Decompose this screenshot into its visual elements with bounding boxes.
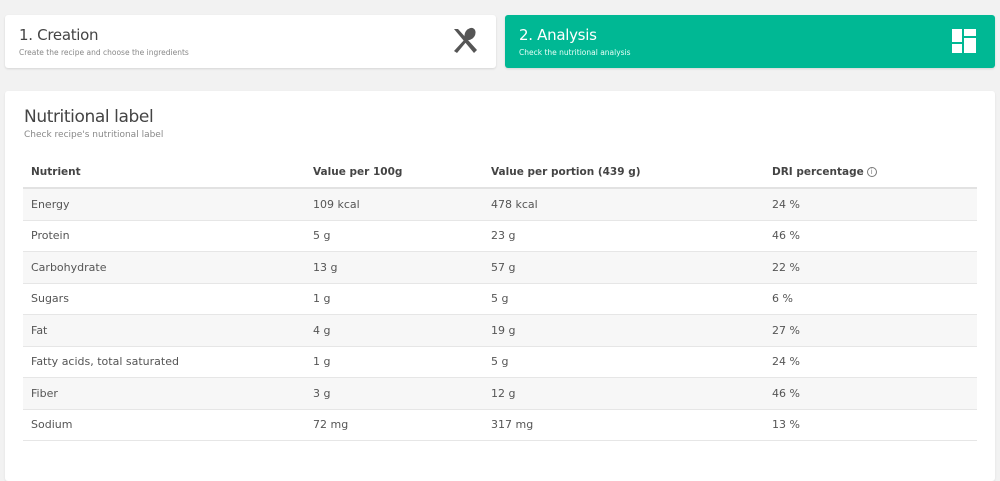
table-header: Nutrient Value per 100g Value per portio… (23, 157, 977, 189)
per-portion-cell: 317 mg (483, 409, 764, 441)
per-portion-cell: 12 g (483, 377, 764, 410)
utensils-icon (454, 27, 477, 53)
step-analysis[interactable]: 2. Analysis Check the nutritional analys… (505, 15, 995, 68)
nutrient-cell: Fiber (23, 377, 305, 410)
per-portion-cell: 5 g (483, 283, 764, 315)
per-portion-cell: 19 g (483, 314, 764, 347)
per-100g-cell: 1 g (305, 346, 483, 378)
step-creation[interactable]: 1. Creation Create the recipe and choose… (5, 15, 496, 68)
dri-cell: 27 % (764, 314, 977, 347)
info-icon[interactable]: i (866, 167, 877, 177)
table-row: Sodium 72 mg 317 mg 13 % (23, 409, 977, 441)
dashboard-icon (952, 29, 976, 53)
nutritional-label-card: Nutritional label Check recipe's nutriti… (5, 91, 995, 481)
dri-cell: 24 % (764, 346, 977, 378)
nutrient-cell: Sodium (23, 409, 305, 441)
col-nutrient: Nutrient (23, 157, 305, 189)
page-title: Nutritional label (24, 107, 154, 127)
per-100g-cell: 5 g (305, 220, 483, 252)
nutrient-cell: Protein (23, 220, 305, 252)
table-row: Fat 4 g 19 g 27 % (23, 314, 977, 347)
col-per-portion: Value per portion (439 g) (483, 157, 764, 189)
table-row: Energy 109 kcal 478 kcal 24 % (23, 188, 977, 221)
nutrient-cell: Energy (23, 188, 305, 221)
per-100g-cell: 13 g (305, 251, 483, 284)
nutrition-table: Nutrient Value per 100g Value per portio… (23, 157, 977, 441)
dri-cell: 24 % (764, 188, 977, 221)
table-row: Protein 5 g 23 g 46 % (23, 220, 977, 252)
step-subtitle: Create the recipe and choose the ingredi… (19, 48, 189, 57)
col-dri-label: DRI percentage (772, 166, 864, 178)
dri-cell: 13 % (764, 409, 977, 441)
dri-cell: 46 % (764, 377, 977, 410)
per-portion-cell: 478 kcal (483, 188, 764, 221)
per-100g-cell: 4 g (305, 314, 483, 347)
nutrient-cell: Fat (23, 314, 305, 347)
step-subtitle: Check the nutritional analysis (519, 48, 631, 57)
table-row: Fatty acids, total saturated 1 g5 g 24 % (23, 346, 977, 378)
dri-cell: 22 % (764, 251, 977, 284)
step-title: 2. Analysis (519, 26, 597, 44)
per-portion-cell: 57 g (483, 251, 764, 284)
col-per-100g: Value per 100g (305, 157, 483, 189)
per-portion-cell: 5 g (483, 346, 764, 378)
per-100g-cell: 109 kcal (305, 188, 483, 221)
table-row: Sugars 1 g5 g6 % (23, 283, 977, 315)
nutrient-cell: Sugars (23, 283, 305, 315)
per-100g-cell: 3 g (305, 377, 483, 410)
nutrient-cell: Carbohydrate (23, 251, 305, 284)
col-dri: DRI percentage i (764, 157, 977, 189)
dri-cell: 6 % (764, 283, 977, 315)
per-portion-cell: 23 g (483, 220, 764, 252)
per-100g-cell: 72 mg (305, 409, 483, 441)
table-row: Carbohydrate 13 g 57 g 22 % (23, 251, 977, 284)
step-title: 1. Creation (19, 26, 99, 44)
nutrient-cell: Fatty acids, total saturated (23, 346, 305, 378)
per-100g-cell: 1 g (305, 283, 483, 315)
table-row: Fiber 3 g 12 g 46 % (23, 377, 977, 410)
page-subtitle: Check recipe's nutritional label (24, 130, 164, 140)
dri-cell: 46 % (764, 220, 977, 252)
